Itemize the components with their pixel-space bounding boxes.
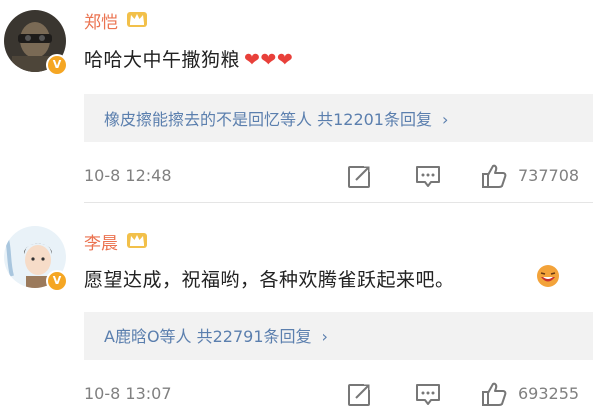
comment-text: 哈哈大中午撒狗粮 ❤❤❤ bbox=[84, 45, 293, 72]
comment-item-1: V 郑恺 哈哈大中午撒狗粮 ❤❤❤ 橡皮擦能擦去的不是回忆等人 共12201条回复… bbox=[0, 0, 593, 205]
forward-icon[interactable] bbox=[346, 380, 374, 408]
crown-member-icon bbox=[127, 12, 147, 27]
reply-summary[interactable]: A鹿晗O等人 共22791条回复 › bbox=[84, 312, 593, 360]
chevron-right-icon: › bbox=[321, 327, 328, 346]
username[interactable]: 李晨 bbox=[84, 229, 118, 254]
like-count: 737708 bbox=[518, 166, 580, 185]
comment-text-body: 哈哈大中午撒狗粮 bbox=[84, 49, 241, 71]
verified-badge-icon: V bbox=[46, 54, 68, 76]
chevron-right-icon: › bbox=[442, 110, 449, 129]
timestamp: 10-8 13:07 bbox=[84, 384, 172, 403]
comment-icon[interactable] bbox=[414, 380, 442, 408]
comment-icon[interactable] bbox=[414, 162, 442, 190]
reply-summary-text[interactable]: 橡皮擦能擦去的不是回忆等人 共12201条回复 bbox=[104, 110, 432, 129]
like-thumb-icon[interactable] bbox=[480, 380, 508, 408]
like-count: 693255 bbox=[518, 384, 580, 403]
forward-icon[interactable] bbox=[346, 162, 374, 190]
avatar[interactable]: V bbox=[4, 226, 68, 292]
comment-text-body: 愿望达成，祝福哟，各种欢腾雀跃起来吧。 bbox=[84, 269, 455, 291]
like-thumb-icon[interactable] bbox=[480, 162, 508, 190]
verified-badge-icon: V bbox=[46, 270, 68, 292]
heart-emoji-icon: ❤❤❤ bbox=[244, 49, 294, 71]
reply-summary-text[interactable]: A鹿晗O等人 共22791条回复 bbox=[104, 327, 312, 346]
divider bbox=[84, 202, 593, 203]
avatar[interactable]: V bbox=[4, 10, 68, 76]
username[interactable]: 郑恺 bbox=[84, 8, 118, 33]
reply-summary[interactable]: 橡皮擦能擦去的不是回忆等人 共12201条回复 › bbox=[84, 94, 593, 142]
timestamp: 10-8 12:48 bbox=[84, 166, 172, 185]
comment-text: 愿望达成，祝福哟，各种欢腾雀跃起来吧。 bbox=[84, 265, 455, 292]
crown-member-icon bbox=[127, 233, 147, 248]
laughing-emoji-icon bbox=[537, 265, 559, 287]
